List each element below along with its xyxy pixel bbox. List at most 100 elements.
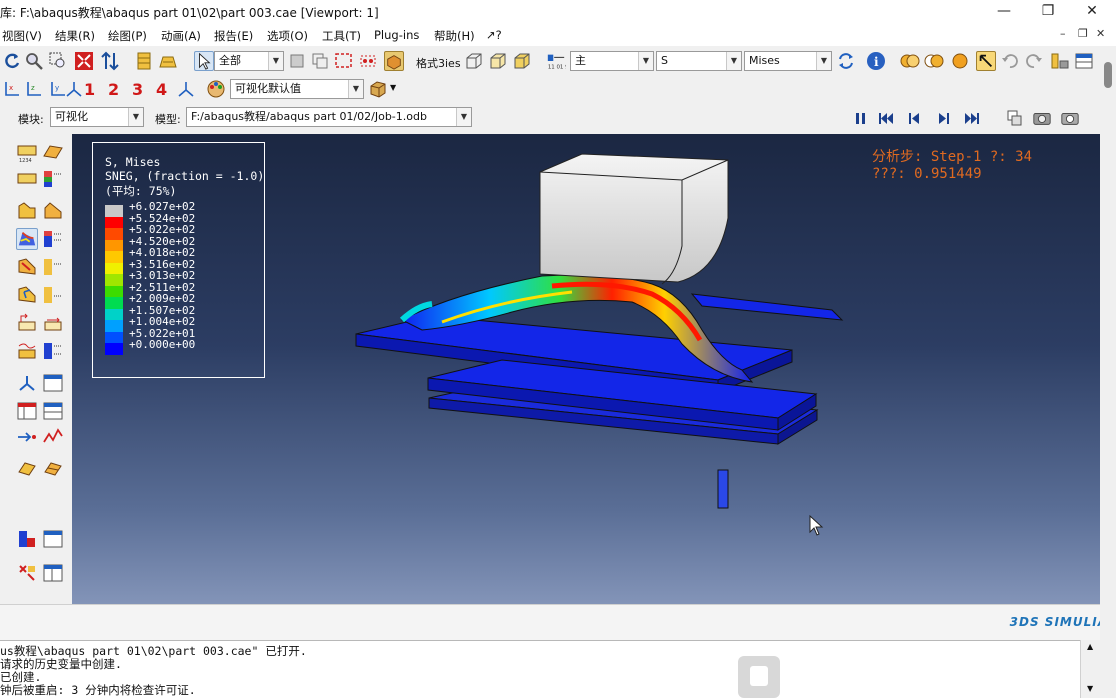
select-cursor-icon[interactable] xyxy=(194,51,214,71)
overlay-circles-icon[interactable] xyxy=(900,51,920,71)
iso-view-icon[interactable] xyxy=(64,79,84,99)
single-circle-icon[interactable] xyxy=(950,51,970,71)
auto-fit-icon[interactable] xyxy=(74,51,94,71)
xy-data-icon[interactable] xyxy=(16,372,38,394)
create-xy-icon[interactable] xyxy=(16,400,38,422)
message-scrollbar[interactable]: ▲ ▼ xyxy=(1080,640,1100,698)
plot-layer-icon[interactable] xyxy=(158,51,178,71)
box-zoom-icon[interactable] xyxy=(48,51,68,71)
contour-settings-icon[interactable] xyxy=(42,228,64,250)
menu-tools[interactable]: 工具(T) xyxy=(322,28,361,44)
symbol-options-icon[interactable] xyxy=(42,256,64,278)
color-palette-icon[interactable] xyxy=(206,79,226,99)
frame-select-icon[interactable] xyxy=(1004,108,1024,128)
animate-harmonic-icon[interactable] xyxy=(16,340,38,362)
menu-help[interactable]: 帮助(H) xyxy=(434,28,475,44)
mdi-restore-button[interactable]: ❐ xyxy=(1078,27,1088,40)
output-category-select[interactable]: 主 ▼ xyxy=(570,51,654,71)
view-xy-icon[interactable]: x xyxy=(2,79,22,99)
first-frame-icon[interactable] xyxy=(876,108,896,128)
view-3-button[interactable]: 3 xyxy=(132,80,143,99)
viewport-canvas[interactable]: S, Mises SNEG, (fraction = -1.0) (平均: 75… xyxy=(72,134,1116,604)
symbol-plot-icon[interactable] xyxy=(16,256,38,278)
chevron-down-icon[interactable]: ▼ xyxy=(390,83,396,92)
deformed-contour-icon[interactable] xyxy=(42,200,64,222)
redo-icon[interactable] xyxy=(1024,51,1044,71)
undo-icon[interactable] xyxy=(1000,51,1020,71)
render-style-icon[interactable] xyxy=(384,51,404,71)
display-table-icon[interactable] xyxy=(42,562,64,584)
animate-scale-icon[interactable] xyxy=(16,312,38,334)
pause-icon[interactable] xyxy=(850,108,870,128)
view-4-button[interactable]: 4 xyxy=(156,80,167,99)
animation-options-icon[interactable] xyxy=(42,340,64,362)
info-icon[interactable]: i xyxy=(866,51,886,71)
zoom-icon[interactable] xyxy=(24,51,44,71)
menu-animate[interactable]: 动画(A) xyxy=(161,28,201,44)
display-group-manager-icon[interactable] xyxy=(42,528,64,550)
plot-options-icon[interactable] xyxy=(1050,51,1070,71)
xy-table-icon[interactable] xyxy=(42,400,64,422)
right-scrollbar[interactable] xyxy=(1100,46,1116,698)
model-select[interactable]: F:/abaqus教程/abaqus part 01/02/Job-1.odb … xyxy=(186,107,472,127)
view-1-button[interactable]: 1 xyxy=(84,80,95,99)
restore-button[interactable]: ❐ xyxy=(1026,0,1070,24)
menu-report[interactable]: 报告(E) xyxy=(214,28,253,44)
last-frame-icon[interactable] xyxy=(962,108,982,128)
previous-frame-icon[interactable] xyxy=(904,108,924,128)
movie-camera-icon[interactable] xyxy=(1060,108,1080,128)
xy-manager-icon[interactable] xyxy=(42,372,64,394)
invariant-select[interactable]: Mises ▼ xyxy=(744,51,832,71)
selection-filter-select[interactable]: 全部 ▼ xyxy=(214,51,284,71)
plot-deformed-icon[interactable] xyxy=(42,142,64,164)
scroll-up-icon[interactable]: ▲ xyxy=(1087,642,1093,651)
next-frame-icon[interactable] xyxy=(934,108,954,128)
variable-select[interactable]: S ▼ xyxy=(656,51,742,71)
plot-stack-icon[interactable] xyxy=(134,51,154,71)
view-cut-icon[interactable] xyxy=(16,458,38,480)
contour-deformed-active-icon[interactable] xyxy=(16,228,38,250)
drag-box-icon[interactable] xyxy=(334,51,354,71)
query-arrow-icon[interactable] xyxy=(976,51,996,71)
scroll-down-icon[interactable]: ▼ xyxy=(1087,684,1093,693)
minimize-button[interactable]: — xyxy=(982,0,1026,24)
scroll-thumb[interactable] xyxy=(1104,62,1112,88)
cycle-views-icon[interactable] xyxy=(100,51,120,71)
context-help-button[interactable]: ↗? xyxy=(486,28,502,42)
table-options-icon[interactable] xyxy=(1074,51,1094,71)
hidden-line-icon[interactable] xyxy=(488,51,508,71)
rotate-icon[interactable] xyxy=(2,51,22,71)
select-nodes-icon[interactable] xyxy=(358,51,378,71)
sync-icon[interactable] xyxy=(836,51,856,71)
path-icon[interactable] xyxy=(16,426,38,448)
superimpose-icon[interactable] xyxy=(16,168,38,190)
plot-undeformed-icon[interactable]: 1234 xyxy=(16,142,38,164)
mdi-minimize-button[interactable]: – xyxy=(1060,27,1066,40)
animate-time-icon[interactable] xyxy=(42,312,64,334)
menu-results[interactable]: 结果(R) xyxy=(55,28,95,44)
field-output-dialog-icon[interactable]: 11 01 91 xyxy=(546,51,566,71)
camera-icon[interactable] xyxy=(1032,108,1052,128)
menu-plot[interactable]: 绘图(P) xyxy=(108,28,147,44)
mdi-close-button[interactable]: ✕ xyxy=(1096,27,1105,40)
material-orientation-icon[interactable] xyxy=(16,284,38,306)
view-cut-manager-icon[interactable] xyxy=(42,458,64,480)
contour-plot-icon[interactable] xyxy=(16,200,38,222)
display-group-icon[interactable] xyxy=(16,528,38,550)
display-preset-select[interactable]: 可视化默认值 ▼ xyxy=(230,79,364,99)
view-cube-icon[interactable] xyxy=(368,79,388,99)
contour-options-icon[interactable] xyxy=(42,168,64,190)
orientation-options-icon[interactable] xyxy=(42,284,64,306)
menu-plugins[interactable]: Plug-ins xyxy=(374,28,419,42)
view-zx-icon[interactable]: z xyxy=(24,79,44,99)
select-items-icon[interactable] xyxy=(310,51,330,71)
menu-options[interactable]: 选项(O) xyxy=(267,28,308,44)
close-button[interactable]: ✕ xyxy=(1070,0,1114,24)
pick-edge-icon[interactable] xyxy=(287,51,307,71)
module-select[interactable]: 可视化 ▼ xyxy=(50,107,144,127)
compare-circles-icon[interactable] xyxy=(924,51,944,71)
menu-view[interactable]: 视图(V) xyxy=(2,28,42,44)
axes-triad-icon[interactable] xyxy=(176,79,196,99)
view-2-button[interactable]: 2 xyxy=(108,80,119,99)
xy-plot-icon[interactable] xyxy=(42,426,64,448)
